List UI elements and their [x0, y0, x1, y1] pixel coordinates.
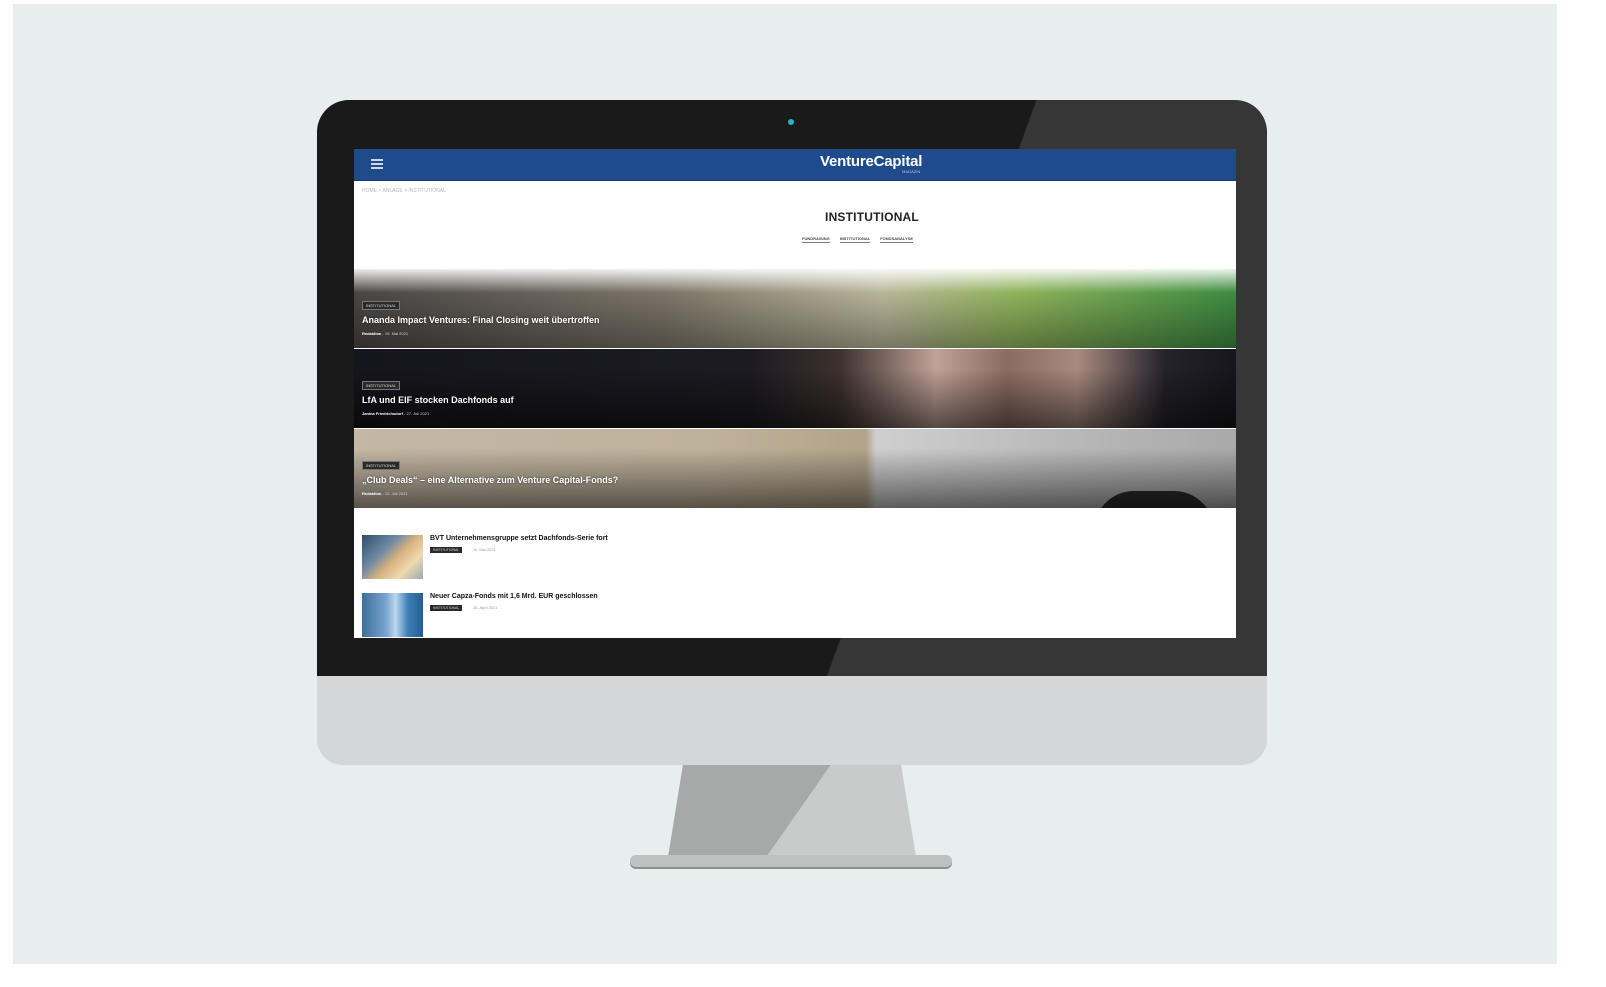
hero-image [354, 349, 1236, 428]
category-badge[interactable]: INSTITUTIONAL [430, 547, 463, 553]
category-badge[interactable]: INSTITUTIONAL [362, 301, 401, 310]
hero-image [354, 429, 1236, 508]
article-thumbnail[interactable] [362, 535, 423, 579]
site-logo[interactable]: VentureCapital [820, 153, 922, 170]
category-badge[interactable]: INSTITUTIONAL [362, 381, 401, 390]
article-date: 28. April 2021 [473, 605, 498, 610]
hero-article[interactable]: INSTITUTIONAL „Club Deals“ – eine Altern… [354, 429, 1236, 508]
hero-author[interactable]: Redaktion [362, 491, 381, 496]
category-subtabs: FUNDRAISING INSTITUTIONAL FONDSANALYSE [802, 236, 913, 243]
subtab-fundraising[interactable]: FUNDRAISING [802, 236, 830, 243]
subtab-institutional[interactable]: INSTITUTIONAL [839, 236, 871, 243]
hero-date: 12. Juli 2021 [384, 491, 408, 496]
monitor-screen: VentureCapital MAGAZIN HOME > ANLAGE > I… [354, 149, 1236, 638]
hero-title[interactable]: Ananda Impact Ventures: Final Closing we… [362, 315, 600, 325]
menu-icon[interactable] [371, 159, 383, 169]
hero-meta: Redaktion - 19. Mai 2021 [362, 331, 408, 336]
hero-author[interactable]: Janina Friedrichsdorf [362, 411, 403, 416]
site-logo-subtitle: MAGAZIN [902, 169, 921, 174]
webcam-dot [788, 119, 794, 125]
monitor-base [630, 855, 952, 867]
list-item[interactable]: BVT Unternehmensgruppe setzt Dachfonds-S… [362, 535, 1222, 581]
monitor-chin [317, 676, 1267, 765]
article-title[interactable]: BVT Unternehmensgruppe setzt Dachfonds-S… [430, 535, 608, 542]
site-header: VentureCapital MAGAZIN [354, 149, 1236, 181]
article-date: 11. Mai 2021 [473, 547, 496, 552]
hero-title[interactable]: „Club Deals“ – eine Alternative zum Vent… [362, 475, 618, 485]
hero-article[interactable]: INSTITUTIONAL LfA und EIF stocken Dachfo… [354, 349, 1236, 428]
category-badge[interactable]: INSTITUTIONAL [430, 605, 463, 611]
breadcrumb[interactable]: HOME > ANLAGE > INSTITUTIONAL [362, 188, 446, 194]
hero-meta: Redaktion - 12. Juli 2021 [362, 491, 408, 496]
hero-image [354, 269, 1236, 348]
article-thumbnail[interactable] [362, 593, 423, 637]
monitor-stand [668, 765, 916, 857]
hero-meta: Janina Friedrichsdorf - 27. Juli 2021 [362, 411, 429, 416]
hero-author[interactable]: Redaktion [362, 331, 381, 336]
category-badge[interactable]: INSTITUTIONAL [362, 461, 401, 470]
page-title: INSTITUTIONAL [825, 210, 919, 224]
list-item[interactable]: Neuer Capza-Fonds mit 1,6 Mrd. EUR gesch… [362, 593, 1222, 638]
article-title[interactable]: Neuer Capza-Fonds mit 1,6 Mrd. EUR gesch… [430, 593, 598, 600]
hero-date: 19. Mai 2021 [384, 331, 409, 336]
hero-date: 27. Juli 2021 [406, 411, 430, 416]
hero-title[interactable]: LfA und EIF stocken Dachfonds auf [362, 395, 514, 405]
subtab-fondsanalyse[interactable]: FONDSANALYSE [880, 236, 913, 243]
hero-article[interactable]: INSTITUTIONAL Ananda Impact Ventures: Fi… [354, 269, 1236, 348]
